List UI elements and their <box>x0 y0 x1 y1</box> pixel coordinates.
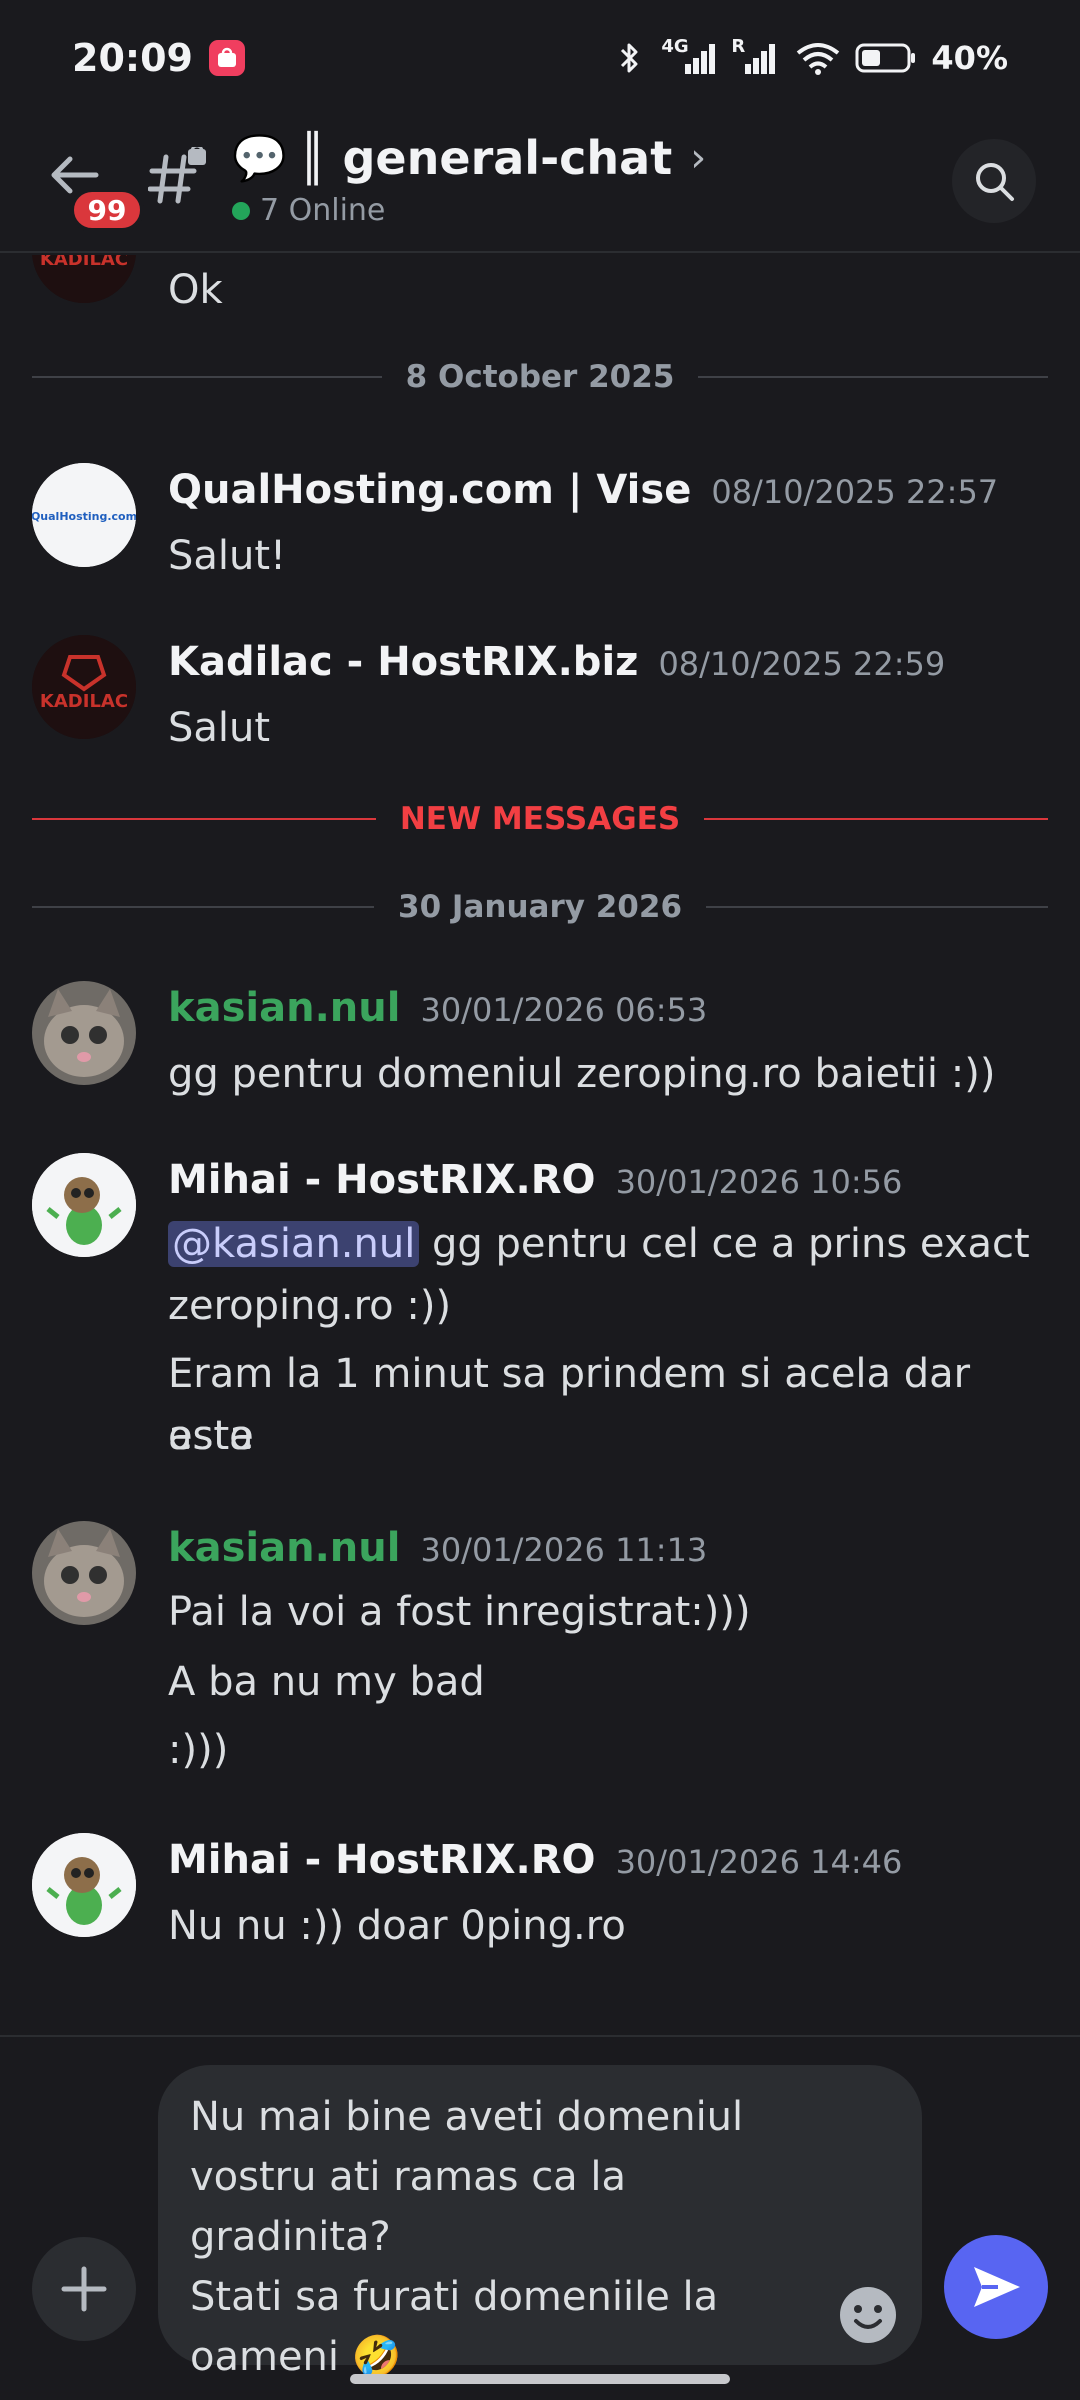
message-text: Salut! <box>168 533 287 579</box>
channel-header: 99 💬 ║ general-chat › 7 Online <box>0 115 1080 253</box>
message-text: zeroping.ro :)) <box>168 1283 452 1329</box>
message-text: A ba nu my bad <box>168 1659 485 1705</box>
shopping-app-icon <box>208 39 245 76</box>
roaming-label: R <box>731 35 746 57</box>
channel-name: ║ general-chat <box>298 131 673 185</box>
avatar-kadilac[interactable]: KADILAC <box>32 635 136 739</box>
avatar-mihai[interactable] <box>32 1833 136 1937</box>
message-text: Ok <box>168 267 223 313</box>
search-button[interactable] <box>952 139 1036 223</box>
timestamp: 08/10/2025 22:59 <box>658 645 946 683</box>
message-composer: Nu mai bine aveti domeniul vostru ati ra… <box>0 2035 1080 2400</box>
attach-button[interactable] <box>32 2237 136 2341</box>
timestamp: 30/01/2026 06:53 <box>420 991 708 1029</box>
author-name[interactable]: kasian.nul <box>168 1525 400 1571</box>
send-button[interactable] <box>944 2235 1048 2339</box>
date-divider: 30 January 2026 <box>32 889 1049 925</box>
status-bar: 20:09 4G R 40% <box>0 0 1080 115</box>
author-name[interactable]: Mihai - HostRIX.RO <box>168 1157 596 1203</box>
timestamp: 30/01/2026 11:13 <box>420 1531 708 1569</box>
message-input[interactable]: Nu mai bine aveti domeniul vostru ati ra… <box>158 2065 922 2380</box>
unread-badge: 99 <box>70 188 144 232</box>
avatar-kadilac[interactable]: KADILAC <box>32 255 136 303</box>
user-mention[interactable]: @kasian.nul <box>168 1221 420 1267</box>
avatar-kasian[interactable] <box>32 981 136 1085</box>
emoji-icon <box>840 2287 896 2343</box>
message-text: gg pentru domeniul zeroping.ro baietii :… <box>168 1051 996 1097</box>
message-text: este <box>168 1413 254 1459</box>
new-messages-label: NEW MESSAGES <box>399 801 681 837</box>
author-name[interactable]: Kadilac - HostRIX.biz <box>168 639 638 685</box>
message-text: Salut <box>168 705 271 751</box>
timestamp: 30/01/2026 10:56 <box>615 1163 903 1201</box>
new-messages-divider: NEW MESSAGES <box>32 801 1048 837</box>
date-label: 30 January 2026 <box>398 889 683 925</box>
svg-text:KADILAC: KADILAC <box>40 255 128 270</box>
online-count: 7 Online <box>260 193 386 228</box>
avatar-logo-text: KADILAC <box>40 691 128 712</box>
wifi-icon <box>795 40 841 76</box>
author-name[interactable]: kasian.nul <box>168 985 400 1031</box>
search-icon <box>976 163 1014 201</box>
battery-icon <box>855 40 917 76</box>
message-text: :))) <box>168 1727 229 1773</box>
message-text-rest: gg pentru cel ce a prins exact <box>419 1221 1030 1267</box>
speech-bubble-icon: 💬 <box>232 133 287 184</box>
signal-icon: 4G <box>661 36 717 76</box>
author-name[interactable]: QualHosting.com | Vise <box>168 467 691 513</box>
bluetooth-icon <box>611 40 647 76</box>
author-name[interactable]: Mihai - HostRIX.RO <box>168 1837 596 1883</box>
online-status: 7 Online <box>232 193 385 228</box>
timestamp: 08/10/2025 22:57 <box>711 473 999 511</box>
avatar-mihai[interactable] <box>32 1153 136 1257</box>
signal-roaming-icon: R <box>731 36 781 76</box>
network-type-label: 4G <box>661 35 689 57</box>
avatar-qualhosting[interactable]: QualHosting.com <box>32 463 136 567</box>
avatar-kasian[interactable] <box>32 1521 136 1625</box>
avatar-logo-text: QualHosting.com <box>32 510 136 523</box>
battery-percent: 40% <box>931 38 1008 77</box>
chevron-right-icon: › <box>690 135 707 181</box>
home-indicator[interactable] <box>350 2374 730 2384</box>
timestamp: 30/01/2026 14:46 <box>615 1843 903 1881</box>
message-input-text[interactable]: Nu mai bine aveti domeniul vostru ati ra… <box>190 2087 802 2387</box>
online-dot-icon <box>232 201 250 220</box>
plus-icon <box>61 2266 107 2312</box>
send-icon <box>974 2267 1020 2307</box>
channel-title[interactable]: 💬 ║ general-chat › <box>232 131 706 185</box>
date-divider: 8 October 2025 <box>32 359 1049 395</box>
message-text: Nu nu :)) doar 0ping.ro <box>168 1903 626 1949</box>
emoji-button[interactable] <box>836 2283 900 2347</box>
message-text: @kasian.nul gg pentru cel ce a prins exa… <box>168 1213 1048 1275</box>
message-text: Pai la voi a fost inregistrat:))) <box>168 1589 751 1635</box>
channel-thread-icon <box>147 144 208 207</box>
message-list[interactable]: KADILAC Ok 8 October 2025 QualHosting.co… <box>0 255 1080 2035</box>
date-label: 8 October 2025 <box>405 359 675 395</box>
status-time: 20:09 <box>72 35 193 80</box>
